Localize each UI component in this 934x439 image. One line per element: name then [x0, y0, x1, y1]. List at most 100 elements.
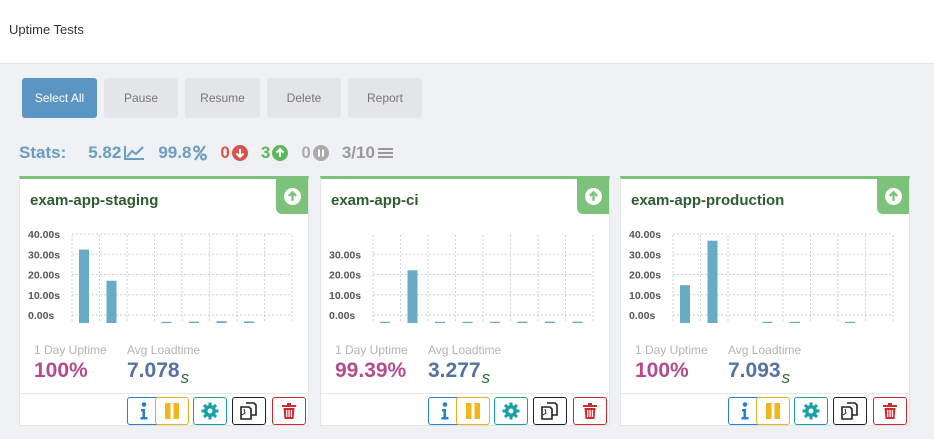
pause-icon	[466, 403, 480, 419]
pause-test-button[interactable]	[456, 397, 490, 425]
card-actions	[20, 393, 308, 425]
chart-bar	[435, 321, 445, 323]
stat-up: 3	[260, 143, 289, 163]
select-all-button[interactable]: Select All	[22, 78, 97, 118]
loadtime-label: Avg Loadtime	[127, 343, 201, 357]
arrow-up-circle-icon	[283, 188, 301, 205]
pause-test-button[interactable]	[756, 397, 790, 425]
status-up-badge	[276, 179, 308, 214]
card-title[interactable]: exam-app-production	[631, 192, 784, 209]
y-tick-label: 30.00s	[28, 249, 60, 261]
chart-bar	[572, 321, 583, 323]
settings-button[interactable]	[794, 397, 828, 425]
chart-bar	[762, 321, 773, 323]
chart-bar	[680, 285, 690, 323]
stat-avg-uptime-value: 99.8	[158, 143, 192, 162]
trash-icon	[883, 403, 897, 419]
line-chart-icon	[124, 146, 145, 160]
settings-button[interactable]	[193, 397, 227, 425]
y-tick-label: 10.00s	[329, 290, 361, 302]
pause-button[interactable]: Pause	[104, 78, 178, 118]
gear-icon	[502, 402, 520, 420]
loadtime-value: 7.078s	[127, 359, 189, 387]
chart-bar	[490, 321, 500, 323]
report-button[interactable]: Report	[348, 78, 422, 118]
y-tick-label: 40.00s	[629, 229, 661, 241]
y-tick-label: 40.00s	[28, 229, 60, 241]
delete-test-button[interactable]	[873, 397, 907, 425]
chart-bar	[161, 321, 172, 323]
stat-total-value: 3/10	[341, 143, 375, 162]
loadtime-chart: 40.00s 30.00s 20.00s 10.00s 0.00s	[629, 229, 894, 323]
uptime-card[interactable]: exam-app-production 40.00s 30.00s 20.00s 10…	[620, 176, 910, 426]
loadtime-chart: 40.00s 30.00s 20.00s 10.00s 0.00s	[28, 229, 293, 323]
settings-button[interactable]	[494, 397, 528, 425]
loadtime-value: 3.277s	[428, 359, 490, 387]
chart-bar	[106, 280, 117, 323]
y-tick-label: 0.00s	[28, 310, 54, 322]
card-title[interactable]: exam-app-ci	[331, 192, 419, 209]
loadtime-unit: s	[781, 368, 791, 387]
arrow-down-circle-icon	[231, 145, 248, 161]
arrow-up-circle-icon	[884, 188, 902, 205]
y-tick-label: 20.00s	[629, 270, 661, 282]
y-tick-label: 30.00s	[629, 249, 661, 261]
loadtime-label: Avg Loadtime	[728, 343, 802, 357]
page-title: Uptime Tests	[9, 22, 84, 37]
top-bar: Uptime Tests	[0, 0, 934, 64]
info-icon	[140, 402, 148, 420]
gear-icon	[201, 402, 219, 420]
copy-button[interactable]	[533, 397, 567, 425]
loadtime-label: Avg Loadtime	[428, 343, 502, 357]
y-tick-label: 10.00s	[28, 290, 60, 302]
stat-avg-loadtime-value: 5.82	[88, 143, 122, 162]
trash-icon	[583, 403, 597, 419]
pause-icon	[766, 403, 780, 419]
uptime-card[interactable]: exam-app-staging 40.00s 30.00s 20.00s 10.00…	[19, 176, 309, 426]
card-actions	[621, 393, 909, 425]
copy-icon	[541, 402, 558, 420]
copy-icon	[841, 402, 858, 420]
stat-avg-loadtime: 5.82	[88, 143, 145, 163]
stat-down-value: 0	[220, 143, 230, 162]
stat-up-value: 3	[260, 143, 271, 162]
stat-down: 0	[220, 143, 248, 163]
chart-bar	[517, 321, 528, 323]
list-icon	[377, 148, 393, 158]
uptime-label: 1 Day Uptime	[335, 343, 408, 357]
chart-bar	[407, 270, 418, 323]
chart-bar	[244, 321, 254, 323]
stats-bar: Stats: 5.82 99.8 0 3 0 3/10	[19, 142, 407, 164]
stat-paused: 0	[301, 143, 329, 163]
y-tick-label: 20.00s	[329, 270, 361, 282]
y-tick-label: 30.00s	[329, 249, 361, 261]
chart-bar	[380, 321, 390, 323]
delete-test-button[interactable]	[272, 397, 306, 425]
loadtime-number: 7.093	[728, 359, 781, 382]
chart-bar	[707, 240, 718, 323]
resume-button[interactable]: Resume	[185, 78, 260, 118]
delete-test-button[interactable]	[573, 397, 607, 425]
chart-bar	[545, 321, 555, 323]
stat-avg-uptime: 99.8	[158, 143, 208, 163]
uptime-value: 100%	[635, 359, 689, 382]
info-icon	[441, 402, 449, 420]
uptime-card[interactable]: exam-app-ci 30.00s 20.00s 10.00s 0.00s 1 Da…	[320, 176, 610, 426]
gear-icon	[802, 402, 820, 420]
delete-button[interactable]: Delete	[267, 78, 341, 118]
pause-test-button[interactable]	[155, 397, 189, 425]
loadtime-value: 7.093s	[728, 359, 790, 387]
stat-paused-value: 0	[301, 143, 311, 162]
chart-bar	[189, 321, 199, 323]
uptime-value: 100%	[34, 359, 88, 382]
uptime-label: 1 Day Uptime	[635, 343, 708, 357]
loadtime-unit: s	[180, 368, 190, 387]
copy-button[interactable]	[232, 397, 266, 425]
card-title[interactable]: exam-app-staging	[30, 192, 158, 209]
arrow-up-circle-icon	[272, 145, 289, 161]
status-up-badge	[877, 179, 909, 214]
pause-circle-icon	[312, 145, 329, 161]
loadtime-number: 3.277	[428, 359, 481, 382]
copy-button[interactable]	[833, 397, 867, 425]
y-tick-label: 10.00s	[629, 290, 661, 302]
